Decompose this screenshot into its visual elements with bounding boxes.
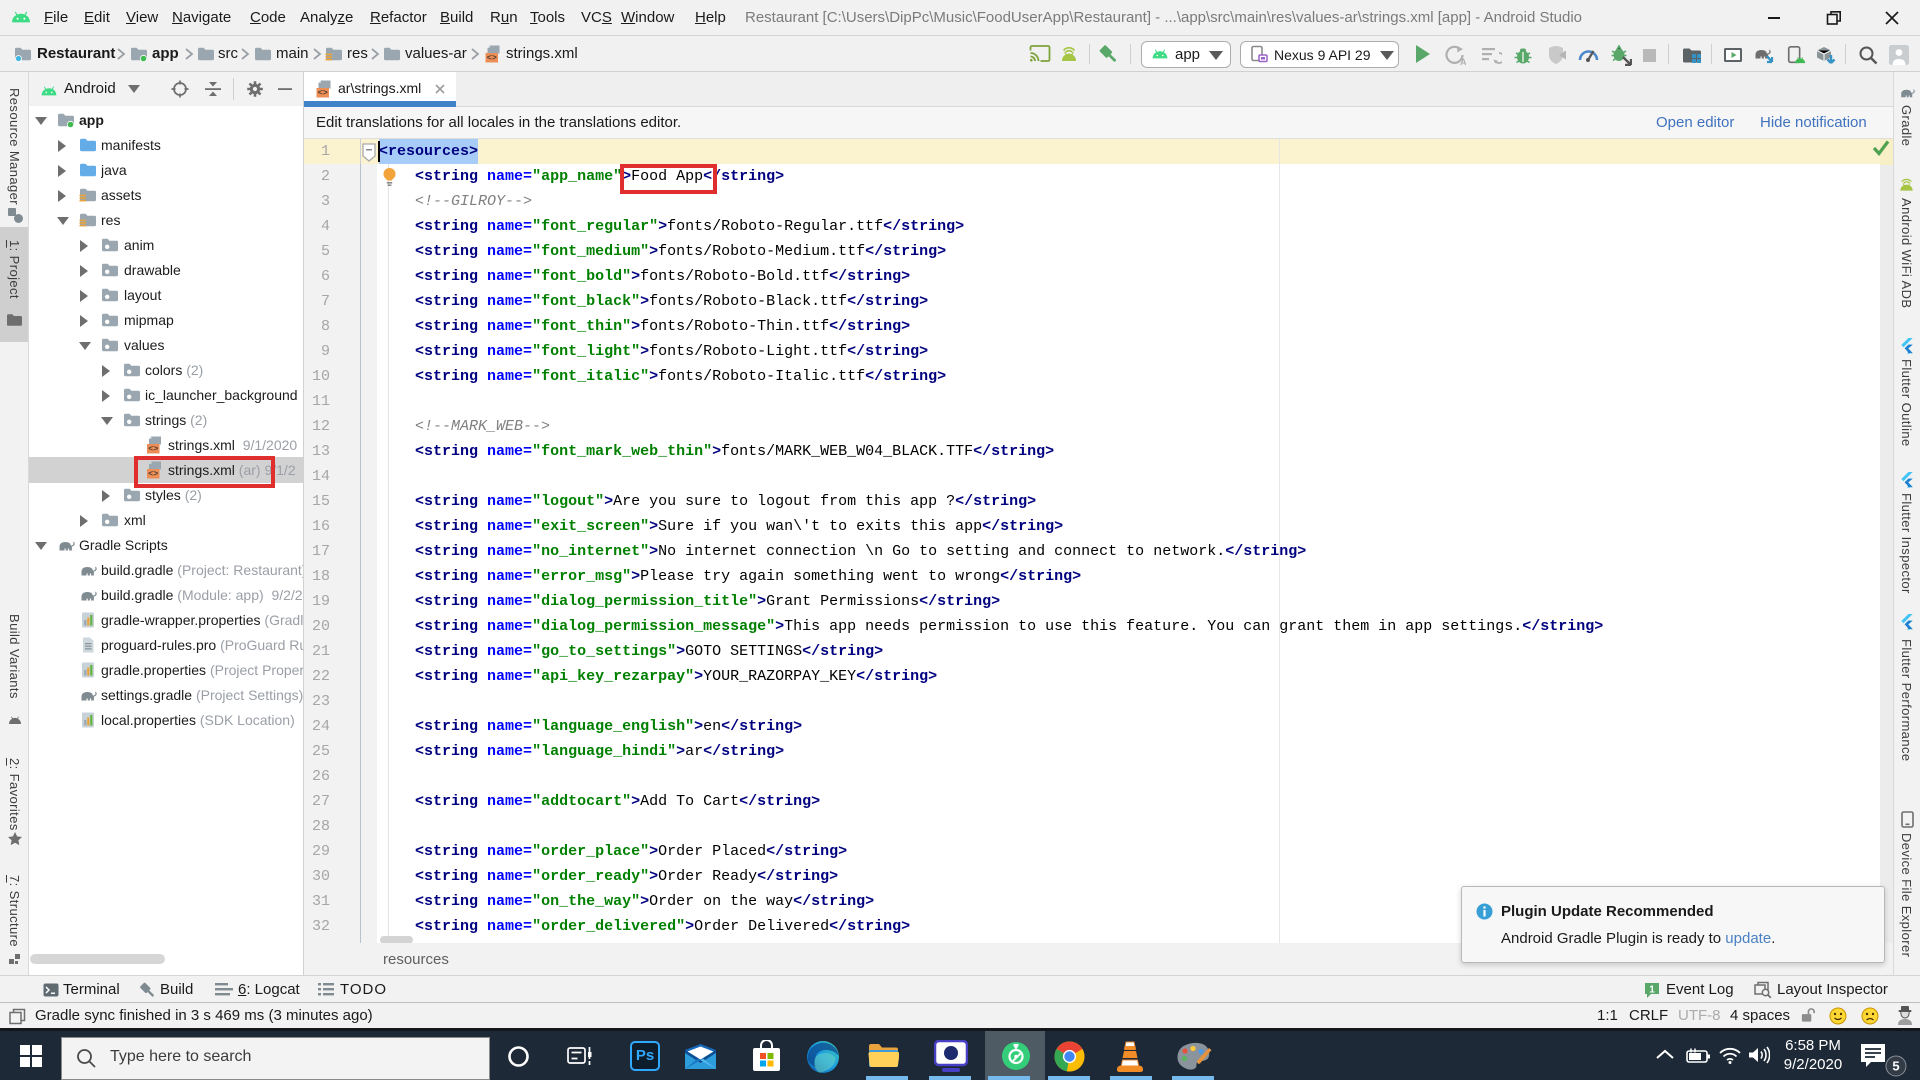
svg-text:5: 5 (1892, 1059, 1899, 1074)
svg-text:<>: <> (148, 444, 158, 454)
svg-text:<>: <> (487, 53, 497, 63)
svg-text:A: A (1460, 57, 1466, 66)
svg-text:<>: <> (318, 88, 328, 98)
svg-text:1: 1 (1649, 985, 1655, 996)
